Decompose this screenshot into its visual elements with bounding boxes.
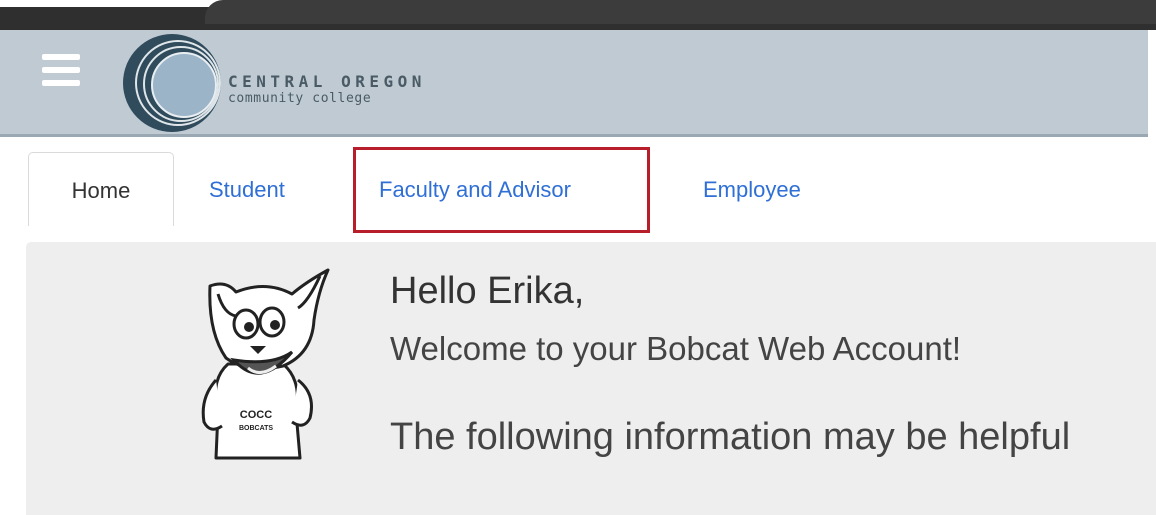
welcome-message: Welcome to your Bobcat Web Account!: [390, 330, 962, 367]
mascot-shirt-bobcats: BOBCATS: [239, 425, 273, 432]
faculty-tab-highlight-box: [353, 147, 650, 233]
greeting-heading: Hello Erika,: [390, 270, 585, 312]
mascot-shirt-cocc: COCC: [240, 409, 272, 421]
browser-tab-shape: [205, 0, 1156, 24]
bobcat-mascot-image: COCC BOBCATS: [201, 268, 330, 460]
tab-student[interactable]: Student: [209, 152, 285, 226]
logo-line-central-oregon: CENTRAL OREGON: [228, 72, 426, 91]
logo-line-community-college: community college: [228, 91, 372, 106]
browser-top-bar: [0, 0, 1156, 30]
tab-employee[interactable]: Employee: [703, 152, 801, 226]
tab-home[interactable]: Home: [28, 152, 174, 226]
info-message: The following information may be helpful: [390, 416, 1071, 458]
college-logo-text[interactable]: CENTRAL OREGON community college: [228, 74, 426, 106]
cocc-logo-icon[interactable]: [114, 33, 226, 133]
hamburger-menu-icon[interactable]: [42, 54, 80, 88]
